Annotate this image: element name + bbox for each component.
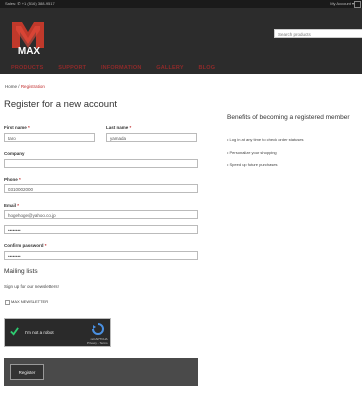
breadcrumb-home[interactable]: Home bbox=[5, 84, 17, 89]
language-icon[interactable] bbox=[354, 1, 361, 8]
breadcrumb-current: Registration bbox=[20, 84, 45, 89]
benefits-title: Benefits of becoming a registered member bbox=[227, 114, 350, 121]
benefit-item: Log in at any time to check order status… bbox=[227, 137, 304, 142]
last-name-field[interactable]: yamada bbox=[106, 133, 197, 142]
captcha-brand: reCAPTCHA Privacy - Terms bbox=[87, 337, 108, 345]
captcha-label: I'm not a robot bbox=[25, 330, 54, 335]
captcha-links[interactable]: Privacy - Terms bbox=[87, 341, 108, 345]
password-field[interactable]: •••••••• bbox=[4, 225, 198, 234]
recaptcha-widget: I'm not a robot reCAPTCHA Privacy - Term… bbox=[4, 318, 111, 347]
mailing-note: Sign up for our newsletters! bbox=[4, 284, 59, 289]
nav-support[interactable]: SUPPORT bbox=[58, 65, 86, 71]
first-name-field[interactable]: taro bbox=[4, 133, 95, 142]
company-field[interactable] bbox=[4, 159, 198, 168]
benefit-item: Speed up future purchases bbox=[227, 162, 304, 167]
logo-text: MAX bbox=[17, 46, 41, 57]
newsletter-checkbox[interactable] bbox=[5, 300, 10, 305]
email-field[interactable]: hogehoge@yahoo.co.jp bbox=[4, 210, 198, 219]
benefits-list: Log in at any time to check order status… bbox=[227, 137, 304, 175]
phone-label: Phone * bbox=[4, 177, 21, 182]
nav-information[interactable]: INFORMATION bbox=[101, 65, 142, 71]
confirm-password-field[interactable]: •••••••• bbox=[4, 251, 198, 260]
main-nav: PRODUCTS SUPPORT INFORMATION GALLERY BLO… bbox=[11, 65, 228, 71]
max-logo-icon[interactable] bbox=[10, 18, 46, 64]
nav-gallery[interactable]: GALLERY bbox=[156, 65, 183, 71]
top-bar: Sales: ✆ +1 (516) 388-9517 My Account ▾ bbox=[0, 0, 362, 8]
search-input[interactable]: Search products bbox=[274, 29, 362, 38]
recaptcha-logo-icon bbox=[92, 323, 104, 335]
company-label: Company bbox=[4, 151, 25, 156]
nav-products[interactable]: PRODUCTS bbox=[11, 65, 43, 71]
last-name-label: Last name * bbox=[106, 125, 132, 130]
sales-phone: Sales: ✆ +1 (516) 388-9517 bbox=[5, 1, 55, 6]
my-account-link[interactable]: My Account ▾ bbox=[330, 0, 354, 8]
email-label: Email * bbox=[4, 203, 20, 208]
phone-field[interactable]: 0310002000 bbox=[4, 184, 198, 193]
checkmark-icon[interactable] bbox=[10, 327, 19, 336]
first-name-label: First name * bbox=[4, 125, 30, 130]
page-title: Register for a new account bbox=[4, 99, 118, 110]
breadcrumb-separator: / bbox=[18, 84, 20, 89]
register-button[interactable]: Register bbox=[10, 364, 44, 380]
confirm-password-label: Confirm password * bbox=[4, 243, 47, 248]
nav-blog[interactable]: BLOG bbox=[198, 65, 215, 71]
newsletter-label: MAX NEWSLETTER bbox=[11, 299, 49, 304]
benefit-item: Personalize your shopping bbox=[227, 150, 304, 155]
breadcrumb: Home / Registration bbox=[5, 84, 45, 89]
mailing-lists-title: Mailing lists bbox=[4, 268, 38, 275]
